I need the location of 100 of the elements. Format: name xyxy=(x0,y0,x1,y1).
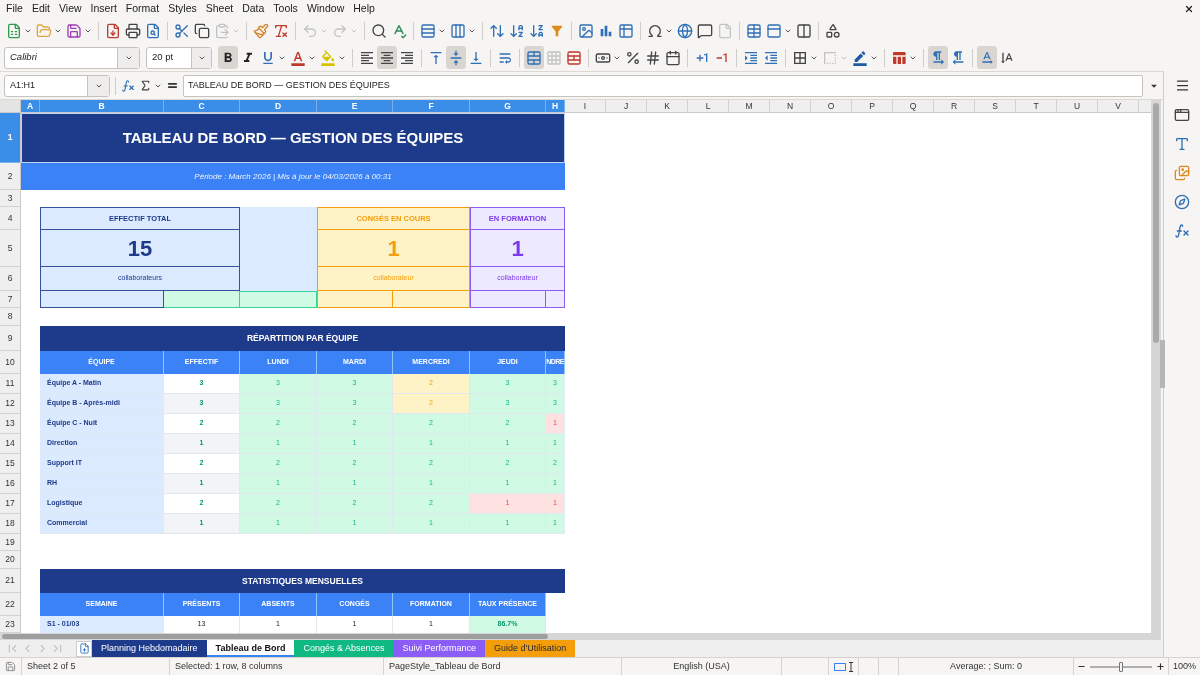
row-header[interactable]: 7 xyxy=(0,291,20,308)
horizontal-scrollbar[interactable] xyxy=(0,633,1161,640)
row-header[interactable]: 8 xyxy=(0,308,20,326)
close-document-button[interactable] xyxy=(1184,3,1194,14)
split-cells-icon xyxy=(566,49,582,66)
border-style-icon xyxy=(822,49,838,66)
align-right-icon xyxy=(399,49,415,66)
merge-cells-icon xyxy=(526,49,542,66)
row-header[interactable]: 2 xyxy=(0,163,20,190)
sheet-tab[interactable]: Guide d'Utilisation xyxy=(485,640,576,657)
sheet-tab[interactable]: Planning Hebdomadaire xyxy=(92,640,207,657)
zoom-in-button[interactable] xyxy=(1156,662,1165,671)
file-download-icon xyxy=(105,22,121,39)
column-header[interactable]: R xyxy=(934,100,975,112)
column-header[interactable]: S xyxy=(975,100,1016,112)
merge-center-button[interactable] xyxy=(524,46,544,69)
row-header[interactable]: 5 xyxy=(0,230,20,267)
bold-button[interactable] xyxy=(218,46,238,69)
menu-item[interactable]: Sheet xyxy=(205,3,234,14)
selection-summary-text: Average: ; Sum: 0 xyxy=(950,659,1022,673)
formula-input-field[interactable]: TABLEAU DE BORD — GESTION DES ÉQUIPES xyxy=(183,74,1143,97)
row-header[interactable]: 21 xyxy=(0,569,20,593)
sort-descending-icon xyxy=(529,22,545,39)
column-header[interactable]: L xyxy=(688,100,729,112)
image-icon xyxy=(578,22,594,39)
column-header[interactable]: N xyxy=(770,100,811,112)
menu-item[interactable]: File xyxy=(6,3,23,14)
align-middle-button[interactable] xyxy=(446,46,466,69)
row-header[interactable]: 9 xyxy=(0,326,20,351)
indent-icon xyxy=(743,49,759,66)
font-size-field[interactable]: 20 pt xyxy=(146,46,212,69)
menu-item[interactable]: Tools xyxy=(273,3,298,14)
row-header[interactable]: 16 xyxy=(0,474,20,494)
table-icon xyxy=(746,22,762,39)
row-header[interactable]: 14 xyxy=(0,434,20,454)
sheet-tab[interactable]: Tableau de Bord xyxy=(206,640,295,657)
slider-thumb[interactable] xyxy=(1119,661,1123,672)
hash-icon xyxy=(645,49,661,66)
row-header[interactable]: 22 xyxy=(0,593,20,616)
column-header[interactable]: Q xyxy=(893,100,934,112)
function-icon xyxy=(121,78,135,93)
close-icon xyxy=(1184,3,1194,14)
row-header[interactable]: 20 xyxy=(0,551,20,569)
panel-top-icon xyxy=(766,22,782,39)
row-header[interactable]: 11 xyxy=(0,374,20,394)
column-header[interactable]: K xyxy=(647,100,688,112)
cell-reference-field[interactable]: A1:H1 xyxy=(4,74,110,97)
pen-icon xyxy=(852,49,868,66)
images-icon xyxy=(1174,164,1190,181)
column-header[interactable]: T xyxy=(1016,100,1057,112)
menu-item[interactable]: Window xyxy=(306,3,345,14)
left-to-right-button[interactable] xyxy=(928,46,948,69)
sum-button[interactable] xyxy=(139,79,162,92)
save-icon[interactable] xyxy=(5,661,16,672)
row-header[interactable]: 13 xyxy=(0,414,20,434)
text-left-to-right-button[interactable] xyxy=(977,46,997,69)
vertical-scrollbar[interactable] xyxy=(1151,100,1161,633)
sidebar-handle[interactable] xyxy=(1160,340,1165,388)
language-text[interactable]: English (USA) xyxy=(673,659,730,674)
undo-icon xyxy=(302,22,318,39)
column-header[interactable]: P xyxy=(852,100,893,112)
column-header[interactable]: M xyxy=(729,100,770,112)
paint-bucket-icon xyxy=(320,49,336,66)
paintbrush-icon xyxy=(253,22,269,39)
title-cell: TABLEAU DE BORD — GESTION DES ÉQUIPES xyxy=(21,113,565,163)
file-plus-icon xyxy=(78,643,90,654)
scrollbar-thumb[interactable] xyxy=(2,634,548,639)
menu-item[interactable]: Format xyxy=(125,3,160,14)
row-header[interactable]: 17 xyxy=(0,494,20,514)
column-header[interactable]: J xyxy=(606,100,647,112)
menu-item[interactable]: Insert xyxy=(90,3,117,14)
sheet-position-text: Sheet 2 of 5 xyxy=(27,659,76,673)
menu-item[interactable]: Styles xyxy=(168,3,197,14)
scrollbar-thumb[interactable] xyxy=(1153,103,1159,343)
row-header[interactable]: 15 xyxy=(0,454,20,474)
menu-item[interactable]: View xyxy=(59,3,82,14)
row-header[interactable]: 19 xyxy=(0,534,20,551)
column-header[interactable]: O xyxy=(811,100,852,112)
row-header[interactable]: 6 xyxy=(0,267,20,291)
column-header[interactable]: U xyxy=(1057,100,1098,112)
font-name-field[interactable]: Calibri xyxy=(4,46,140,69)
row-header[interactable]: 18 xyxy=(0,514,20,534)
align-middle-icon xyxy=(448,49,464,66)
sheet-tab[interactable]: Suivi Performance xyxy=(393,640,485,657)
column-header[interactable]: V xyxy=(1098,100,1139,112)
zoom-level-text[interactable]: 100% xyxy=(1173,659,1196,674)
row-header[interactable]: 10 xyxy=(0,351,20,374)
align-center-button[interactable] xyxy=(377,46,397,69)
row-header[interactable]: 3 xyxy=(0,190,20,207)
selection-mode-icon[interactable] xyxy=(833,661,854,672)
add-sheet-button[interactable] xyxy=(76,640,92,657)
menu-item[interactable]: Data xyxy=(242,3,265,14)
function-wizard-button[interactable] xyxy=(121,78,135,93)
menu-item[interactable]: Help xyxy=(353,3,375,14)
row-header[interactable]: 4 xyxy=(0,207,20,230)
file-search-icon xyxy=(145,22,161,39)
function-icon xyxy=(1174,222,1190,239)
row-header[interactable]: 12 xyxy=(0,394,20,414)
column-header[interactable]: I xyxy=(565,100,606,112)
menu-item[interactable]: Edit xyxy=(31,3,50,14)
